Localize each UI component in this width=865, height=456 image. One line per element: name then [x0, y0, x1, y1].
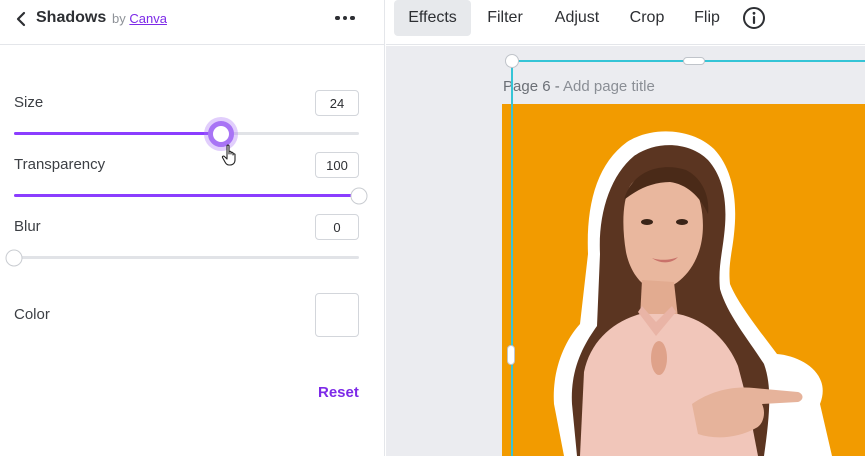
more-dot	[342, 15, 348, 21]
tab-flip[interactable]: Flip	[686, 0, 728, 36]
back-button[interactable]	[10, 8, 32, 30]
blur-slider-thumb[interactable]	[5, 249, 23, 266]
chevron-left-icon	[16, 11, 26, 27]
more-dot	[350, 15, 355, 21]
size-slider-thumb[interactable]	[208, 120, 234, 147]
size-label: Size	[14, 94, 44, 111]
size-value-input[interactable]: 24	[315, 90, 359, 116]
color-swatch-button[interactable]	[315, 293, 359, 337]
panel-header: Shadows by Canva	[0, 0, 385, 45]
page-title[interactable]: Page 6 - Add page title	[503, 78, 655, 95]
tab-adjust[interactable]: Adjust	[546, 0, 608, 36]
color-label: Color	[14, 306, 50, 323]
blur-label: Blur	[14, 218, 41, 235]
reset-button[interactable]: Reset	[318, 384, 359, 401]
blur-slider[interactable]	[5, 249, 359, 266]
more-horizontal-icon	[335, 15, 340, 21]
more-options-button[interactable]	[330, 6, 360, 30]
transparency-label: Transparency	[14, 156, 106, 173]
transparency-value-input[interactable]: 100	[315, 152, 359, 178]
resize-handle-top[interactable]	[683, 57, 705, 65]
image-toolbar: Effects Filter Adjust Crop Flip	[386, 0, 865, 45]
portrait-photo[interactable]	[502, 104, 865, 456]
resize-handle-left[interactable]	[507, 345, 515, 365]
panel-title: Shadows	[36, 9, 107, 26]
transparency-slider-thumb[interactable]	[350, 187, 368, 204]
shadows-panel: Shadows by Canva Size 24 Transparency 10…	[0, 0, 385, 456]
size-slider-fill	[14, 132, 221, 135]
blur-value-input[interactable]: 0	[315, 214, 359, 240]
tab-crop[interactable]: Crop	[622, 0, 672, 36]
hand-pointer-icon	[221, 144, 236, 166]
tab-effects[interactable]: Effects	[394, 0, 471, 36]
resize-handle-corner[interactable]	[505, 54, 519, 68]
tab-filter[interactable]: Filter	[478, 0, 532, 36]
artboard[interactable]	[502, 104, 865, 456]
by-attribution: by Canva	[112, 11, 167, 26]
page-title-placeholder[interactable]: Add page title	[563, 78, 655, 95]
info-icon[interactable]	[742, 6, 766, 30]
canvas-area: Page 6 - Add page title	[386, 46, 865, 456]
transparency-slider-fill	[14, 194, 359, 197]
by-prefix: by	[112, 11, 126, 26]
size-slider[interactable]	[14, 120, 359, 147]
transparency-slider[interactable]	[14, 187, 368, 204]
selection-border-left	[511, 61, 513, 456]
canva-link[interactable]: Canva	[129, 11, 167, 26]
